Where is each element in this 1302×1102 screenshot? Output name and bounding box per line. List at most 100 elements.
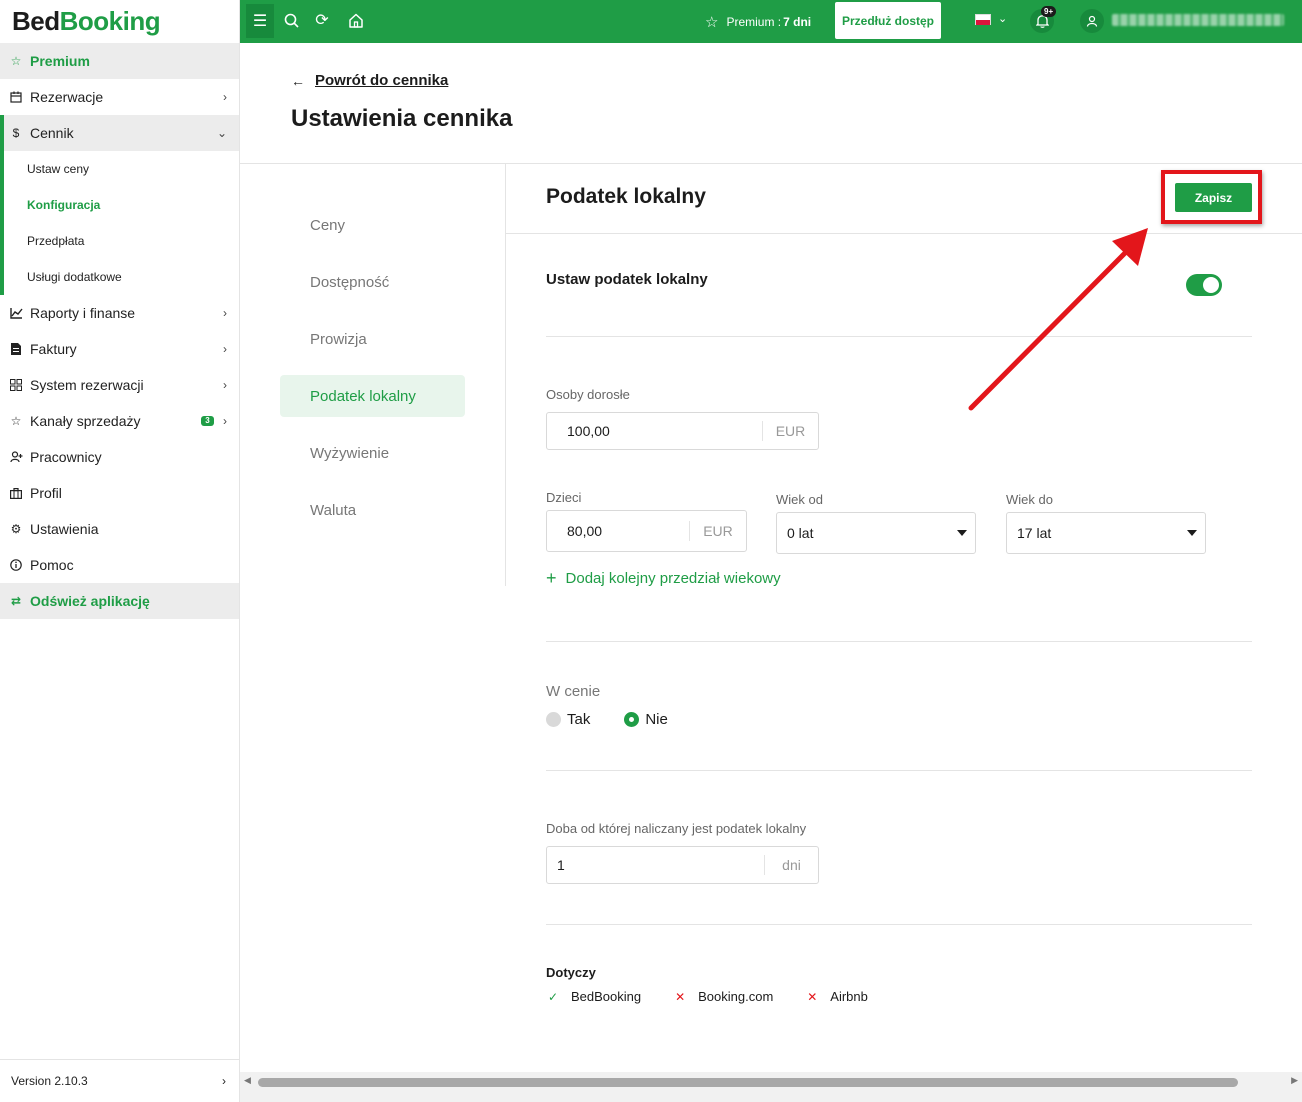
add-age-range-link[interactable]: + Dodaj kolejny przedział wiekowy: [546, 568, 781, 589]
night-value: 1: [557, 857, 565, 873]
sidebar-item-rezerwacje[interactable]: Rezerwacje ›: [0, 79, 239, 115]
radio-no-label: Nie: [645, 711, 668, 728]
check-icon: ✓: [547, 989, 559, 1004]
scroll-left-icon[interactable]: ◀: [244, 1075, 251, 1086]
chart-icon: [8, 305, 24, 321]
briefcase-icon: [8, 485, 24, 501]
back-to-pricelist-link[interactable]: ← Powrót do cennika: [291, 72, 448, 89]
hamburger-menu-icon[interactable]: ☰: [246, 4, 274, 38]
age-from-label: Wiek od: [776, 492, 823, 507]
version-footer[interactable]: Version 2.10.3 ›: [0, 1059, 240, 1102]
sidebar-item-label: Ustawienia: [30, 521, 99, 537]
scroll-right-icon[interactable]: ▶: [1291, 1075, 1298, 1086]
sidebar-item-label: Cennik: [30, 125, 74, 141]
search-icon[interactable]: [281, 10, 301, 30]
gear-icon: ⚙: [10, 522, 22, 536]
dollar-icon: $: [12, 126, 20, 140]
logo-part-2: Booking: [59, 6, 161, 36]
settings-nav-podatek-lokalny[interactable]: Podatek lokalny: [280, 375, 465, 417]
sidebar-item-ustawienia[interactable]: ⚙ Ustawienia: [0, 511, 239, 547]
sidebar-item-label: Odśwież aplikację: [30, 593, 150, 609]
user-avatar-icon[interactable]: [1080, 9, 1104, 33]
sidebar-item-system-rezerwacji[interactable]: System rezerwacji ›: [0, 367, 239, 403]
settings-nav-waluta[interactable]: Waluta: [280, 489, 465, 531]
settings-nav-wyzywienie[interactable]: Wyżywienie: [280, 432, 465, 474]
premium-days: 7 dni: [783, 15, 812, 29]
version-label: Version 2.10.3: [11, 1074, 88, 1088]
caret-down-icon: [957, 530, 967, 536]
cennik-submenu: Ustaw ceny Konfiguracja Przedpłata Usług…: [0, 151, 239, 295]
sidebar-subitem-przedplata[interactable]: Przedpłata: [4, 223, 239, 259]
add-age-range-label: Dodaj kolejny przedział wiekowy: [565, 570, 781, 587]
chevron-right-icon: ›: [223, 342, 227, 356]
sidebar-subitem-konfiguracja[interactable]: Konfiguracja: [4, 187, 239, 223]
days-unit: dni: [764, 855, 818, 875]
scrollbar-thumb[interactable]: [258, 1078, 1238, 1087]
in-price-label: W cenie: [546, 683, 601, 700]
radio-yes-label: Tak: [567, 711, 591, 728]
sidebar-item-label: Faktury: [30, 341, 77, 357]
radio-no[interactable]: [624, 712, 640, 727]
divider: [546, 770, 1252, 771]
sidebar-item-refresh-app[interactable]: ⇄ Odśwież aplikację: [0, 583, 239, 619]
in-price-radio-group: Tak Nie: [546, 711, 668, 728]
age-from-select[interactable]: 0 lat: [776, 512, 976, 554]
settings-nav-dostepnosc[interactable]: Dostępność: [280, 261, 465, 303]
currency-unit: EUR: [689, 521, 746, 541]
home-icon[interactable]: [346, 10, 366, 30]
divider: [505, 163, 506, 586]
sidebar-item-premium[interactable]: ☆ Premium: [0, 43, 239, 79]
settings-nav-prowizja[interactable]: Prowizja: [280, 318, 465, 360]
children-label: Dzieci: [546, 490, 582, 505]
night-input[interactable]: 1 dni: [546, 846, 819, 884]
applies-item-label: Booking.com: [698, 989, 774, 1004]
caret-down-icon: [1187, 530, 1197, 536]
sidebar-subitem-uslugi-dodatkowe[interactable]: Usługi dodatkowe: [4, 259, 239, 295]
poland-flag-icon[interactable]: [975, 14, 991, 25]
sidebar-item-kanaly-sprzedazy[interactable]: ☆ Kanały sprzedaży 3 ›: [0, 403, 239, 439]
sync-icon[interactable]: ⟳: [312, 10, 332, 30]
notifications-badge: 9+: [1041, 6, 1057, 17]
logo-part-1: Bed: [12, 6, 60, 36]
set-local-tax-toggle[interactable]: [1186, 274, 1222, 296]
sidebar-item-raporty[interactable]: Raporty i finanse ›: [0, 295, 239, 331]
night-label: Doba od której naliczany jest podatek lo…: [546, 821, 807, 836]
arrow-left-icon: ←: [291, 72, 305, 89]
premium-label: Premium :: [726, 15, 782, 29]
age-to-select[interactable]: 17 lat: [1006, 512, 1206, 554]
divider: [546, 924, 1252, 925]
children-tax-input[interactable]: 80,00 EUR: [546, 510, 747, 552]
sidebar: Bed Booking ☆ Premium Rezerwacje › $ Cenn…: [0, 0, 240, 1102]
sidebar-item-label: System rezerwacji: [30, 377, 144, 393]
sidebar-subitem-ustaw-ceny[interactable]: Ustaw ceny: [4, 151, 239, 187]
sidebar-item-pracownicy[interactable]: Pracownicy: [0, 439, 239, 475]
chevron-right-icon: ›: [223, 378, 227, 392]
applies-item-booking-com: ✕ Booking.com: [673, 989, 773, 1004]
divider: [546, 336, 1252, 337]
sidebar-item-cennik[interactable]: $ Cennik ⌄: [0, 115, 239, 151]
age-from-value: 0 lat: [787, 525, 814, 541]
sidebar-item-label: Profil: [30, 485, 62, 501]
sidebar-item-label: Kanały sprzedaży: [30, 413, 141, 429]
premium-status: ☆ Premium : 7 dni: [705, 13, 811, 31]
top-bar: ☰ ⟳ ☆ Premium : 7 dni Przedłuż dostęp ⌄ …: [240, 0, 1302, 43]
sidebar-item-faktury[interactable]: Faktury ›: [0, 331, 239, 367]
sidebar-item-label: Pomoc: [30, 557, 74, 573]
adults-tax-input[interactable]: 100,00 EUR: [546, 412, 819, 450]
adults-tax-value: 100,00: [567, 423, 610, 439]
save-button[interactable]: Zapisz: [1175, 183, 1252, 212]
grid-icon: [8, 377, 24, 393]
radio-yes[interactable]: [546, 712, 561, 727]
settings-nav-ceny[interactable]: Ceny: [280, 204, 465, 246]
currency-unit: EUR: [762, 421, 818, 441]
user-name-redacted[interactable]: [1112, 14, 1284, 26]
logo[interactable]: Bed Booking: [0, 0, 239, 43]
applies-list: ✓ BedBooking ✕ Booking.com ✕ Airbnb: [546, 989, 900, 1004]
chevron-right-icon: ›: [223, 414, 227, 428]
extend-access-button[interactable]: Przedłuż dostęp: [835, 2, 941, 39]
sidebar-item-label: Pracownicy: [30, 449, 102, 465]
chevron-down-icon[interactable]: ⌄: [998, 12, 1007, 25]
horizontal-scrollbar[interactable]: ◀ ▶: [240, 1072, 1302, 1102]
sidebar-item-pomoc[interactable]: Pomoc: [0, 547, 239, 583]
sidebar-item-profil[interactable]: Profil: [0, 475, 239, 511]
